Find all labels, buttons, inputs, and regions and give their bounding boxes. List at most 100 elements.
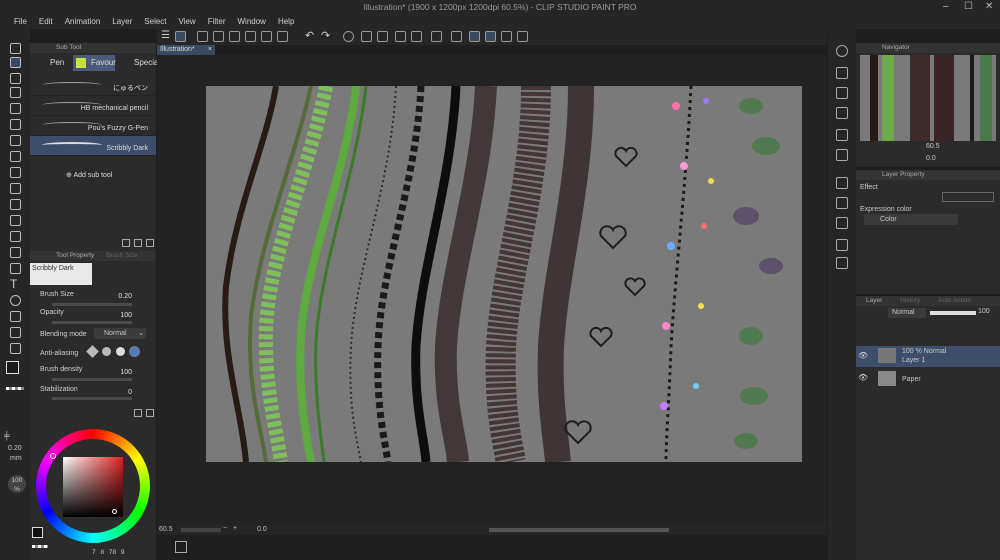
lasso-tool-icon[interactable] bbox=[10, 183, 21, 194]
gradient-tool-icon[interactable] bbox=[10, 231, 21, 242]
fill-icon[interactable] bbox=[361, 31, 372, 42]
tool-property-tab[interactable]: Tool Property bbox=[56, 252, 94, 259]
move-tool-icon[interactable] bbox=[10, 119, 21, 130]
eye-icon[interactable]: 👁 bbox=[858, 373, 868, 382]
hamburger-icon[interactable]: ☰ bbox=[161, 31, 172, 42]
brush-size-value[interactable]: 0.20 bbox=[112, 293, 132, 300]
eye-icon[interactable]: 👁 bbox=[858, 351, 868, 360]
navigator-angle[interactable]: 0.0 bbox=[926, 155, 936, 162]
select-all-icon[interactable] bbox=[411, 31, 422, 42]
brush-hb-pencil[interactable]: HB mechanical pencil bbox=[30, 96, 156, 116]
tab-pen[interactable]: Pen bbox=[32, 55, 72, 71]
horizontal-scrollbar[interactable] bbox=[489, 528, 669, 532]
ruler-icon[interactable] bbox=[451, 31, 462, 42]
minimize-icon[interactable]: – bbox=[943, 1, 949, 12]
camera-icon[interactable] bbox=[836, 87, 848, 99]
blending-select[interactable]: Normal ⌄ bbox=[94, 328, 146, 339]
density-value[interactable]: 100 bbox=[112, 369, 132, 376]
camera-icon[interactable] bbox=[836, 197, 848, 209]
clear-icon[interactable] bbox=[395, 31, 406, 42]
color-wheel[interactable] bbox=[36, 429, 150, 543]
redo-icon[interactable]: ↷ bbox=[321, 31, 332, 42]
delete-subtool-icon[interactable] bbox=[146, 239, 154, 247]
tab-auto-action[interactable]: Auto Action bbox=[938, 297, 971, 304]
navigator-preview[interactable] bbox=[860, 55, 996, 141]
cloud-icon[interactable] bbox=[517, 31, 528, 42]
menu-select[interactable]: Select bbox=[138, 15, 172, 29]
figure-tool-icon[interactable] bbox=[10, 263, 21, 274]
tool-settings-icon[interactable] bbox=[134, 409, 142, 417]
tab-layer[interactable]: Layer bbox=[866, 297, 882, 304]
zoom-slider[interactable] bbox=[181, 528, 221, 532]
brush-scribbly-dark[interactable]: Scribbly Dark bbox=[30, 136, 156, 156]
decoration-tool-icon[interactable] bbox=[10, 167, 21, 178]
illustration-canvas[interactable] bbox=[206, 86, 802, 462]
main-color-swatch[interactable] bbox=[6, 361, 19, 374]
layer-opacity-slider[interactable] bbox=[930, 311, 976, 315]
airbrush-tool-icon[interactable] bbox=[10, 151, 21, 162]
add-subtool-button[interactable]: ⊕ Add sub tool bbox=[66, 171, 112, 179]
camera-icon[interactable] bbox=[836, 67, 848, 79]
undo-icon[interactable]: ↶ bbox=[305, 31, 316, 42]
opacity-slider[interactable] bbox=[52, 321, 132, 324]
snap-ruler-icon[interactable] bbox=[469, 31, 480, 42]
paste-icon[interactable] bbox=[277, 31, 288, 42]
pencil-tool-icon[interactable] bbox=[10, 73, 21, 84]
snap-grid-icon[interactable] bbox=[501, 31, 512, 42]
menu-filter[interactable]: Filter bbox=[202, 15, 232, 29]
expression-color-select[interactable]: Color bbox=[864, 214, 958, 225]
zoom-tool-icon[interactable] bbox=[10, 43, 21, 54]
eraser-tool-icon[interactable] bbox=[10, 103, 21, 114]
menu-window[interactable]: Window bbox=[232, 15, 272, 29]
blend-mode-select[interactable]: Normal bbox=[888, 308, 926, 318]
menu-animation[interactable]: Animation bbox=[59, 15, 107, 29]
settings-subtool-icon[interactable] bbox=[134, 239, 142, 247]
zoom-minus-icon[interactable]: − bbox=[223, 525, 227, 532]
open-icon[interactable] bbox=[213, 31, 224, 42]
correct-line-icon[interactable] bbox=[10, 311, 21, 322]
saturation-square[interactable] bbox=[63, 457, 123, 517]
camera-icon[interactable] bbox=[836, 177, 848, 189]
copy-icon[interactable] bbox=[261, 31, 272, 42]
close-tab-icon[interactable]: × bbox=[208, 45, 212, 55]
main-color-small[interactable] bbox=[32, 527, 43, 538]
magic-wand-icon[interactable] bbox=[10, 199, 21, 210]
effect-buttons[interactable] bbox=[942, 192, 994, 202]
camera-icon[interactable] bbox=[836, 129, 848, 141]
transparent-small-icon[interactable] bbox=[32, 545, 48, 548]
camera-icon[interactable] bbox=[836, 217, 848, 229]
brush-nyuru-pen[interactable]: にゅるペン bbox=[30, 76, 156, 96]
zoom-readout[interactable]: 60.5 bbox=[159, 526, 173, 533]
antialias-strong-icon[interactable] bbox=[129, 346, 140, 357]
opacity-circle[interactable]: 100% bbox=[8, 475, 26, 493]
document-tab[interactable]: Illustration* × bbox=[157, 45, 215, 55]
opacity-value[interactable]: 100 bbox=[112, 312, 132, 319]
stabilization-value[interactable]: 0 bbox=[112, 389, 132, 396]
wrench-icon[interactable] bbox=[146, 409, 154, 417]
antialias-weak-icon[interactable] bbox=[102, 347, 111, 356]
density-slider[interactable] bbox=[52, 378, 132, 381]
transparent-color-icon[interactable] bbox=[6, 387, 24, 390]
tab-special[interactable]: Special bbox=[116, 55, 160, 71]
hue-handle[interactable] bbox=[50, 453, 56, 459]
export-icon[interactable] bbox=[245, 31, 256, 42]
timeline-icon[interactable] bbox=[175, 541, 187, 553]
brush-tool-icon[interactable] bbox=[10, 87, 21, 98]
brush-size-tab[interactable]: Brush Size bbox=[106, 252, 137, 259]
layer-opacity-value[interactable]: 100 bbox=[978, 308, 990, 315]
maximize-icon[interactable]: ☐ bbox=[964, 1, 973, 12]
camera-icon[interactable] bbox=[836, 257, 848, 269]
stabilization-slider[interactable] bbox=[52, 397, 132, 400]
layer-row[interactable]: 👁 100 % Normal Layer 1 bbox=[856, 346, 1000, 367]
menu-help[interactable]: Help bbox=[272, 15, 300, 29]
menu-file[interactable]: File bbox=[8, 15, 33, 29]
save-icon[interactable] bbox=[229, 31, 240, 42]
fill-tool-icon[interactable] bbox=[10, 215, 21, 226]
brush-fuzzy-gpen[interactable]: Pou's Fuzzy G-Pen bbox=[30, 116, 156, 136]
antialias-none-icon[interactable] bbox=[86, 345, 99, 358]
menu-layer[interactable]: Layer bbox=[106, 15, 138, 29]
new-file-icon[interactable] bbox=[197, 31, 208, 42]
search-icon[interactable] bbox=[836, 45, 848, 57]
snap-special-icon[interactable] bbox=[485, 31, 496, 42]
transform-icon[interactable] bbox=[377, 31, 388, 42]
